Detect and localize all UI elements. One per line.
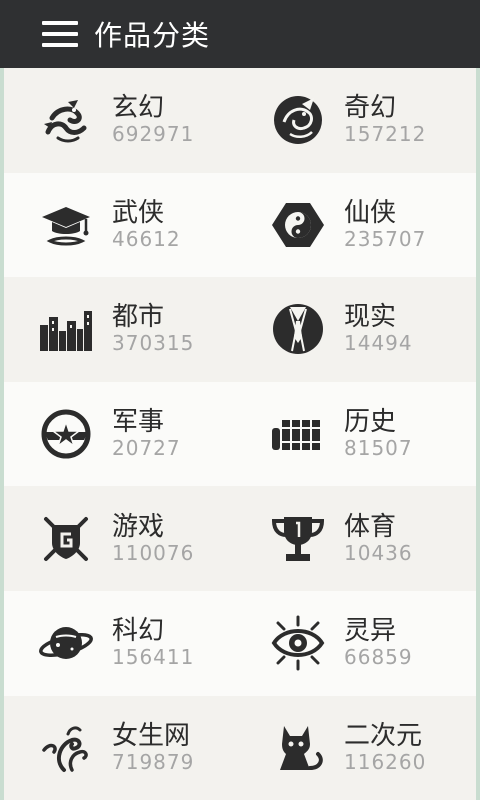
cat-icon xyxy=(270,720,326,776)
category-row: 游戏 110076 体育 10436 xyxy=(4,486,476,591)
category-name: 仙侠 xyxy=(344,197,397,228)
category-item-junshi[interactable]: 军事 20727 xyxy=(4,382,240,487)
category-row: 科幻 156411 灵异 66859 xyxy=(4,590,476,696)
category-count: 110076 xyxy=(112,540,195,565)
category-count: 116260 xyxy=(344,749,427,774)
category-item-xianshi[interactable]: 现实 14494 xyxy=(240,277,476,382)
winged-dragon-icon xyxy=(270,92,326,148)
category-row: 玄幻 692971 奇幻 157212 xyxy=(4,68,476,173)
category-count: 235707 xyxy=(344,226,427,251)
category-name: 女生网 xyxy=(112,720,191,751)
mystic-eye-icon xyxy=(270,615,326,671)
flourish-icon xyxy=(38,720,94,776)
category-item-youxi[interactable]: 游戏 110076 xyxy=(4,486,240,591)
category-item-lishi[interactable]: 历史 81507 xyxy=(240,382,476,487)
suit-tie-icon xyxy=(270,301,326,357)
military-star-badge-icon xyxy=(38,406,94,462)
dragon-icon xyxy=(38,92,94,148)
category-count: 157212 xyxy=(344,122,427,147)
category-name: 体育 xyxy=(344,511,397,542)
scholar-hat-icon xyxy=(38,197,94,253)
category-item-kehuan[interactable]: 科幻 156411 xyxy=(4,591,240,696)
app-window: 作品分类 玄幻 692971 奇幻 157212 武侠 46612 仙侠 235… xyxy=(0,0,480,800)
page-title: 作品分类 xyxy=(94,19,211,52)
planet-icon xyxy=(38,615,94,671)
category-item-dushi[interactable]: 都市 370315 xyxy=(4,277,240,382)
hamburger-menu-icon[interactable] xyxy=(42,21,78,47)
category-name: 灵异 xyxy=(344,616,397,647)
category-name: 都市 xyxy=(112,302,165,333)
category-row: 都市 370315 现实 14494 xyxy=(4,277,476,382)
category-row: 女生网 719879 二次元 116260 xyxy=(4,695,476,800)
top-bar: 作品分类 xyxy=(0,0,480,68)
category-item-wuxia[interactable]: 武侠 46612 xyxy=(4,173,240,278)
category-grid: 玄幻 692971 奇幻 157212 武侠 46612 仙侠 235707 都… xyxy=(4,68,476,800)
city-skyline-icon xyxy=(38,301,94,357)
category-item-erciyuan[interactable]: 二次元 116260 xyxy=(240,696,476,800)
category-count: 692971 xyxy=(112,122,195,147)
category-item-tiyu[interactable]: 体育 10436 xyxy=(240,486,476,591)
category-name: 游戏 xyxy=(112,511,165,542)
category-count: 156411 xyxy=(112,645,195,670)
category-name: 军事 xyxy=(112,407,165,438)
category-count: 81507 xyxy=(344,436,413,461)
category-row: 军事 20727 历史 81507 xyxy=(4,381,476,487)
category-item-xianxia[interactable]: 仙侠 235707 xyxy=(240,173,476,278)
category-name: 玄幻 xyxy=(112,93,165,124)
category-row: 武侠 46612 仙侠 235707 xyxy=(4,172,476,278)
category-name: 历史 xyxy=(344,407,397,438)
category-name: 武侠 xyxy=(112,197,165,228)
category-count: 46612 xyxy=(112,226,181,251)
category-name: 科幻 xyxy=(112,616,165,647)
game-shield-icon xyxy=(38,511,94,567)
bamboo-scroll-icon xyxy=(270,406,326,462)
category-item-lingyi[interactable]: 灵异 66859 xyxy=(240,591,476,696)
category-count: 719879 xyxy=(112,749,195,774)
category-count: 20727 xyxy=(112,436,181,461)
yin-yang-icon xyxy=(270,197,326,253)
category-name: 现实 xyxy=(344,302,397,333)
category-count: 370315 xyxy=(112,331,195,356)
category-name: 二次元 xyxy=(344,720,423,751)
trophy-icon xyxy=(270,511,326,567)
category-name: 奇幻 xyxy=(344,93,397,124)
category-count: 66859 xyxy=(344,645,413,670)
category-count: 14494 xyxy=(344,331,413,356)
category-item-qihuan[interactable]: 奇幻 157212 xyxy=(240,68,476,173)
category-count: 10436 xyxy=(344,540,413,565)
category-item-xuanhuan[interactable]: 玄幻 692971 xyxy=(4,68,240,173)
category-item-nvshengwang[interactable]: 女生网 719879 xyxy=(4,696,240,800)
